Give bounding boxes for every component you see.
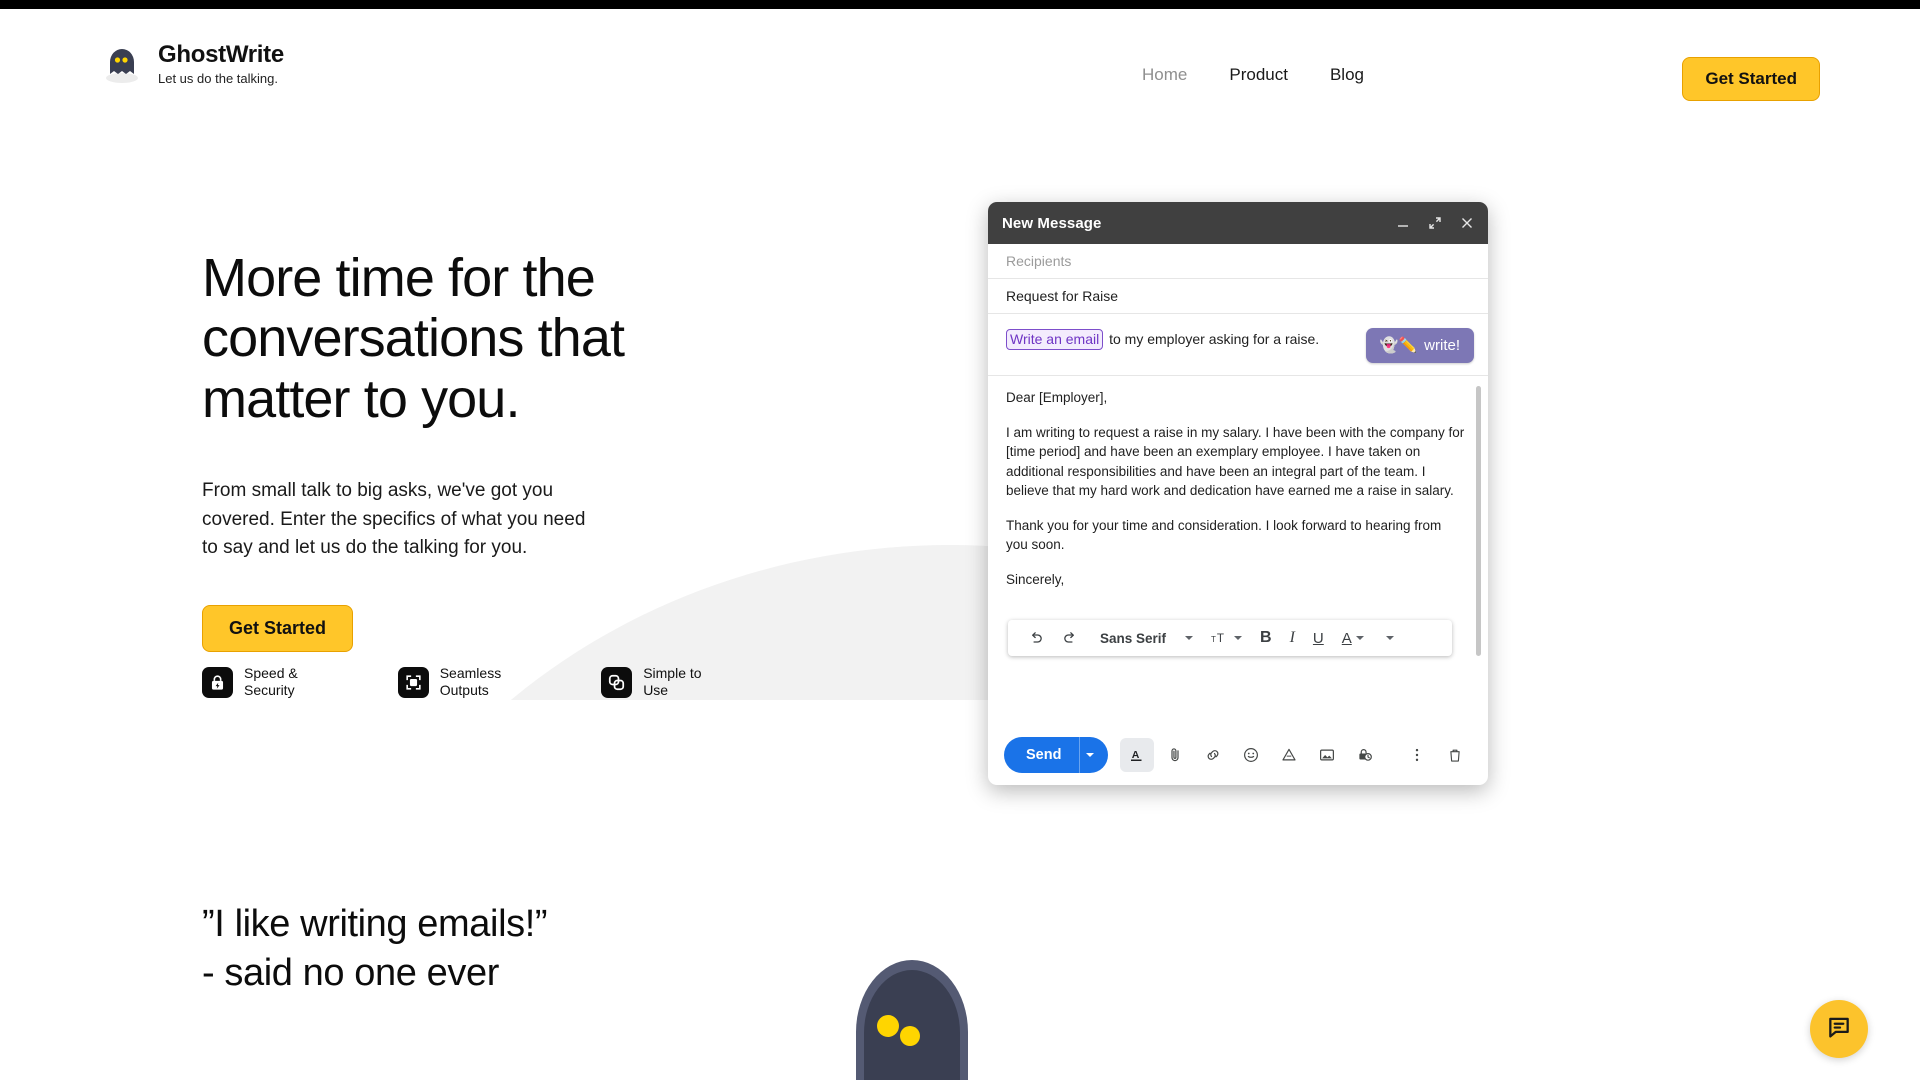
email-body-paragraph: Thank you for your time and consideratio… <box>1006 517 1442 553</box>
svg-text:T: T <box>1211 635 1216 644</box>
recipients-field[interactable]: Recipients <box>988 244 1488 279</box>
insert-link-icon[interactable] <box>1196 738 1230 772</box>
overlapping-squares-icon <box>601 666 633 698</box>
page-title: More time for the conversations that mat… <box>202 248 625 429</box>
underline-button[interactable]: U <box>1304 623 1333 653</box>
prompt-row: Write an email to my employer asking for… <box>988 314 1488 376</box>
insert-emoji-icon[interactable] <box>1234 738 1268 772</box>
text-color-label: A <box>1341 629 1352 647</box>
write-button-label: write! <box>1424 337 1460 354</box>
brand-name: GhostWrite <box>158 41 284 69</box>
redo-icon[interactable] <box>1053 623 1088 653</box>
more-options-icon[interactable] <box>1400 738 1434 772</box>
expand-icon[interactable] <box>1427 216 1442 231</box>
compose-window-header: New Message <box>988 202 1488 244</box>
prompt-chip[interactable]: Write an email <box>1006 329 1104 350</box>
insert-drive-icon[interactable] <box>1272 738 1306 772</box>
subject-field[interactable]: Request for Raise <box>988 279 1488 314</box>
send-button-label: Send <box>1026 747 1062 763</box>
svg-text:T: T <box>1217 632 1224 645</box>
close-icon[interactable] <box>1459 216 1474 231</box>
feature-label: Seamless Outputs <box>439 665 502 699</box>
attach-file-icon[interactable] <box>1158 738 1192 772</box>
feature-label: Simple to Use <box>643 665 702 699</box>
insert-photo-icon[interactable] <box>1310 738 1344 772</box>
bold-button[interactable]: B <box>1251 623 1281 653</box>
svg-text:A: A <box>1132 749 1140 761</box>
text-color-button[interactable]: A <box>1333 623 1373 653</box>
email-body-paragraph: Dear [Employer], <box>1006 390 1108 405</box>
chat-widget-button[interactable] <box>1810 1000 1868 1058</box>
feature-item-seamless-outputs: Seamless Outputs <box>397 665 502 699</box>
body-scrollbar[interactable] <box>1476 386 1481 656</box>
feature-item-speed-security: Speed & Security <box>202 665 298 699</box>
trash-icon[interactable] <box>1438 738 1472 772</box>
feature-label: Speed & Security <box>244 665 298 699</box>
italic-button[interactable]: I <box>1281 623 1304 653</box>
compose-actions-row: Send A <box>988 725 1488 785</box>
nav-link-product[interactable]: Product <box>1229 65 1288 85</box>
lock-bolt-icon <box>202 666 233 698</box>
compose-window-title: New Message <box>1002 214 1102 232</box>
write-button[interactable]: 👻✏️ write! <box>1365 328 1474 363</box>
header-get-started-button[interactable]: Get Started <box>1682 57 1820 101</box>
testimonial-quote: ”I like writing emails!” - said no one e… <box>202 903 548 994</box>
prompt-rest-text: to my employer asking for a raise. <box>1105 331 1320 347</box>
nav-link-home[interactable]: Home <box>1142 65 1187 85</box>
more-formatting-icon[interactable] <box>1373 623 1403 653</box>
undo-icon[interactable] <box>1018 623 1053 653</box>
ghost-icon <box>100 42 144 86</box>
main-navigation: Home Product Blog <box>1142 65 1364 85</box>
nav-link-blog[interactable]: Blog <box>1330 65 1364 85</box>
email-body[interactable]: Dear [Employer], I am writing to request… <box>988 376 1488 725</box>
site-header: GhostWrite Let us do the talking. Home P… <box>0 9 1920 119</box>
hero-description: From small talk to big asks, we've got y… <box>202 480 586 559</box>
email-body-paragraph: Sincerely, <box>1006 571 1065 587</box>
page-root: GhostWrite Let us do the talking. Home P… <box>0 0 1920 1080</box>
send-button[interactable]: Send <box>1004 737 1109 773</box>
top-black-bar <box>0 0 1920 9</box>
formatting-options-icon[interactable]: A <box>1120 738 1155 772</box>
feature-item-simple-to-use: Simple to Use <box>601 665 702 699</box>
confidential-mode-icon[interactable] <box>1348 738 1382 772</box>
frame-square-icon <box>397 666 429 698</box>
brand-tagline: Let us do the talking. <box>158 70 278 86</box>
brand-logo[interactable]: GhostWrite Let us do the talking. <box>100 41 284 86</box>
email-body-paragraph: I am writing to request a raise in my sa… <box>1006 424 1465 499</box>
font-family-selector[interactable]: Sans Serif <box>1088 623 1172 653</box>
font-size-selector[interactable]: TT <box>1202 623 1251 653</box>
ghost-illustration <box>850 952 974 1080</box>
compose-window: New Message Recipients Request for Raise… <box>988 202 1488 785</box>
feature-list: Speed & Security Seamless Outputs Simple… <box>202 665 702 699</box>
prompt-input[interactable]: Write an email to my employer asking for… <box>1006 328 1356 350</box>
minimize-icon[interactable] <box>1395 216 1410 231</box>
font-family-caret-icon[interactable] <box>1172 623 1202 653</box>
send-options-caret-icon[interactable] <box>1080 753 1108 757</box>
hero-section: More time for the conversations that mat… <box>202 248 762 652</box>
window-controls <box>1395 216 1474 231</box>
chat-bubble-icon <box>1826 1014 1852 1045</box>
hero-get-started-button[interactable]: Get Started <box>202 604 354 652</box>
formatting-toolbar: Sans Serif TT B I U A <box>1008 620 1452 656</box>
ghost-pencil-icon: 👻✏️ <box>1379 337 1418 354</box>
